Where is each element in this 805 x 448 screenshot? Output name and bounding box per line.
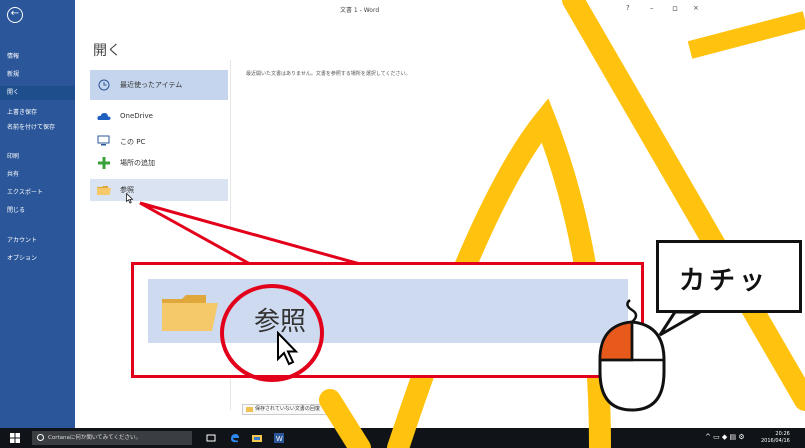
speech-tail: [658, 310, 706, 337]
click-sound-bubble: カチッ: [656, 240, 802, 313]
screen: 文書 1 - Word ? – ロ × サインイン ← 情報 新規 開く 上書き…: [0, 0, 805, 448]
click-sound-text: カチッ: [679, 266, 770, 296]
